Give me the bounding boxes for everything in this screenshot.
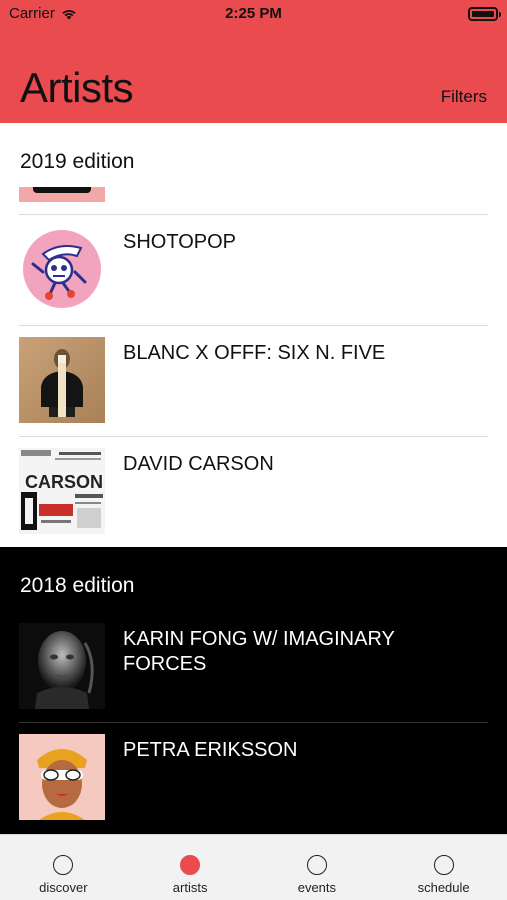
- artist-row-shotopop[interactable]: SHOTOPOP: [0, 214, 507, 325]
- partial-artist-thumbnail[interactable]: [19, 187, 105, 202]
- section-title: 2019 edition: [20, 150, 135, 173]
- tab-discover[interactable]: discover: [0, 835, 127, 900]
- artist-name: BLANC X OFFF: SIX N. FIVE: [123, 342, 386, 364]
- artist-thumbnail: [19, 226, 105, 312]
- artists-tab-icon: [180, 855, 201, 875]
- tab-bar: discover artists events schedule: [0, 834, 507, 900]
- events-tab-icon: [306, 855, 327, 875]
- divider: [19, 722, 488, 723]
- artist-row-karin-fong[interactable]: KARIN FONG W/ IMAGINARY FORCES: [0, 611, 507, 722]
- discover-tab-icon: [53, 855, 74, 875]
- tab-events[interactable]: events: [254, 835, 381, 900]
- status-bar: Carrier 2:25 PM: [0, 0, 507, 28]
- section-2019-edition: 2019 edition SHOTOPOP BLANC X OFFF: SIX …: [0, 123, 507, 547]
- schedule-tab-icon: [433, 855, 454, 875]
- page-title: Artists: [20, 64, 134, 111]
- artist-row-david-carson[interactable]: CARSON DAVID CARSON: [0, 436, 507, 547]
- artist-thumbnail: CARSON: [19, 448, 105, 534]
- tab-label: discover: [39, 880, 88, 895]
- artist-name: SHOTOPOP: [123, 231, 236, 253]
- tab-label: schedule: [417, 880, 470, 895]
- divider: [19, 325, 488, 326]
- artist-thumbnail: [19, 623, 105, 709]
- tab-label: artists: [172, 880, 208, 895]
- divider: [19, 214, 488, 215]
- artist-name: DAVID CARSON: [123, 453, 274, 475]
- section-title: 2018 edition: [20, 574, 135, 597]
- svg-text:CARSON: CARSON: [25, 472, 103, 492]
- header: Carrier 2:25 PM Artists Filters: [0, 0, 507, 123]
- artist-row-petra-eriksson[interactable]: PETRA ERIKSSON: [0, 722, 507, 833]
- artist-row-blanc-x-offf[interactable]: BLANC X OFFF: SIX N. FIVE: [0, 325, 507, 436]
- status-time: 2:25 PM: [225, 5, 282, 22]
- filters-button[interactable]: Filters: [441, 87, 487, 107]
- tab-label: events: [297, 880, 337, 895]
- artist-name: PETRA ERIKSSON: [123, 739, 298, 761]
- section-2018-edition: 2018 edition KARIN FONG W/ IMAGINARY FOR…: [0, 547, 507, 834]
- divider: [19, 436, 488, 437]
- artist-thumbnail: [19, 337, 105, 423]
- artist-thumbnail: [19, 734, 105, 820]
- tab-schedule[interactable]: schedule: [380, 835, 507, 900]
- artist-name: KARIN FONG W/ IMAGINARY FORCES: [123, 628, 395, 675]
- battery-icon: [468, 7, 501, 21]
- tab-artists[interactable]: artists: [127, 835, 254, 900]
